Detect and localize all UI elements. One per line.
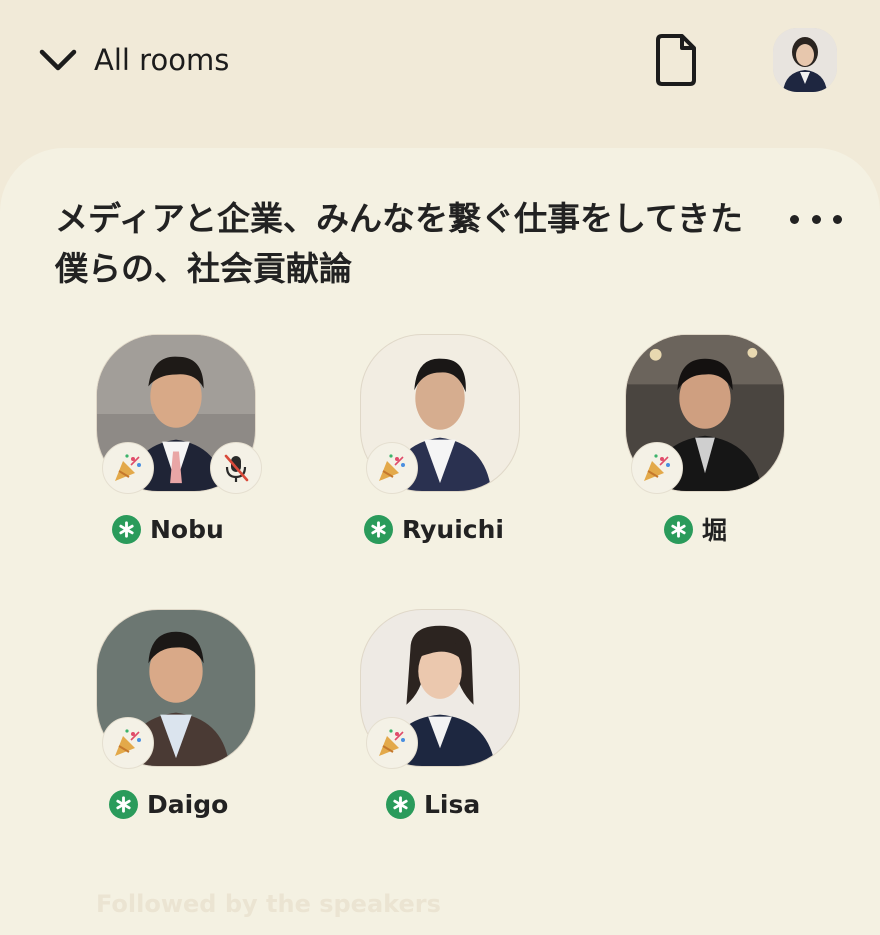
moderator-star-icon <box>664 514 693 544</box>
speaker-tile[interactable]: Daigo <box>96 609 316 849</box>
speaker-name-row: Ryuichi <box>364 511 504 547</box>
speaker-name-row: Lisa <box>386 786 480 822</box>
party-popper-icon <box>644 454 670 481</box>
room-title: メディアと企業、みんなを繋ぐ仕事をしてきた僕らの、社会貢献論 <box>55 199 744 288</box>
all-rooms-button[interactable]: All rooms <box>36 38 229 82</box>
dot <box>833 214 842 224</box>
dot <box>790 214 799 224</box>
more-dots-icon[interactable] <box>790 204 842 234</box>
followed-by-speakers-label: Followed by the speakers <box>96 890 441 918</box>
speaker-tile[interactable]: Lisa <box>360 609 580 849</box>
speaker-name-row: 堀 <box>664 511 727 547</box>
badge-party-icon <box>366 717 418 769</box>
moderator-star-icon <box>364 514 393 544</box>
speaker-name: Nobu <box>150 514 224 544</box>
party-popper-icon <box>115 454 141 481</box>
top-bar: All rooms <box>0 0 880 150</box>
badge-party-icon <box>631 442 683 494</box>
speaker-name-row: Nobu <box>112 511 224 547</box>
moderator-star-icon <box>112 514 141 544</box>
room-card: メディアと企業、みんなを繋ぐ仕事をしてきた僕らの、社会貢献論 Nobu Ryui… <box>0 148 880 935</box>
moderator-star-icon <box>386 789 415 819</box>
party-popper-icon <box>115 729 141 756</box>
speaker-name-row: Daigo <box>109 786 228 822</box>
dot <box>811 214 821 224</box>
speaker-tile[interactable]: Nobu <box>96 334 316 574</box>
all-rooms-label: All rooms <box>94 43 230 77</box>
profile-avatar[interactable] <box>773 28 837 92</box>
badge-muted <box>210 442 262 494</box>
badge-party-icon <box>102 442 154 494</box>
speaker-tile[interactable]: Ryuichi <box>360 334 580 574</box>
party-popper-icon <box>379 729 405 756</box>
badge-party-icon <box>366 442 418 494</box>
speaker-tile[interactable]: 堀 <box>625 334 845 574</box>
speaker-name: Daigo <box>147 789 229 819</box>
badge-party-icon <box>102 717 154 769</box>
speaker-name: Lisa <box>424 789 481 819</box>
moderator-star-icon <box>109 789 138 819</box>
chevron-down-icon <box>39 49 77 71</box>
party-popper-icon <box>379 454 405 481</box>
speaker-name: 堀 <box>702 516 728 545</box>
microphone-muted-icon <box>224 454 249 482</box>
document-icon[interactable] <box>654 32 700 88</box>
speaker-name: Ryuichi <box>402 514 504 544</box>
